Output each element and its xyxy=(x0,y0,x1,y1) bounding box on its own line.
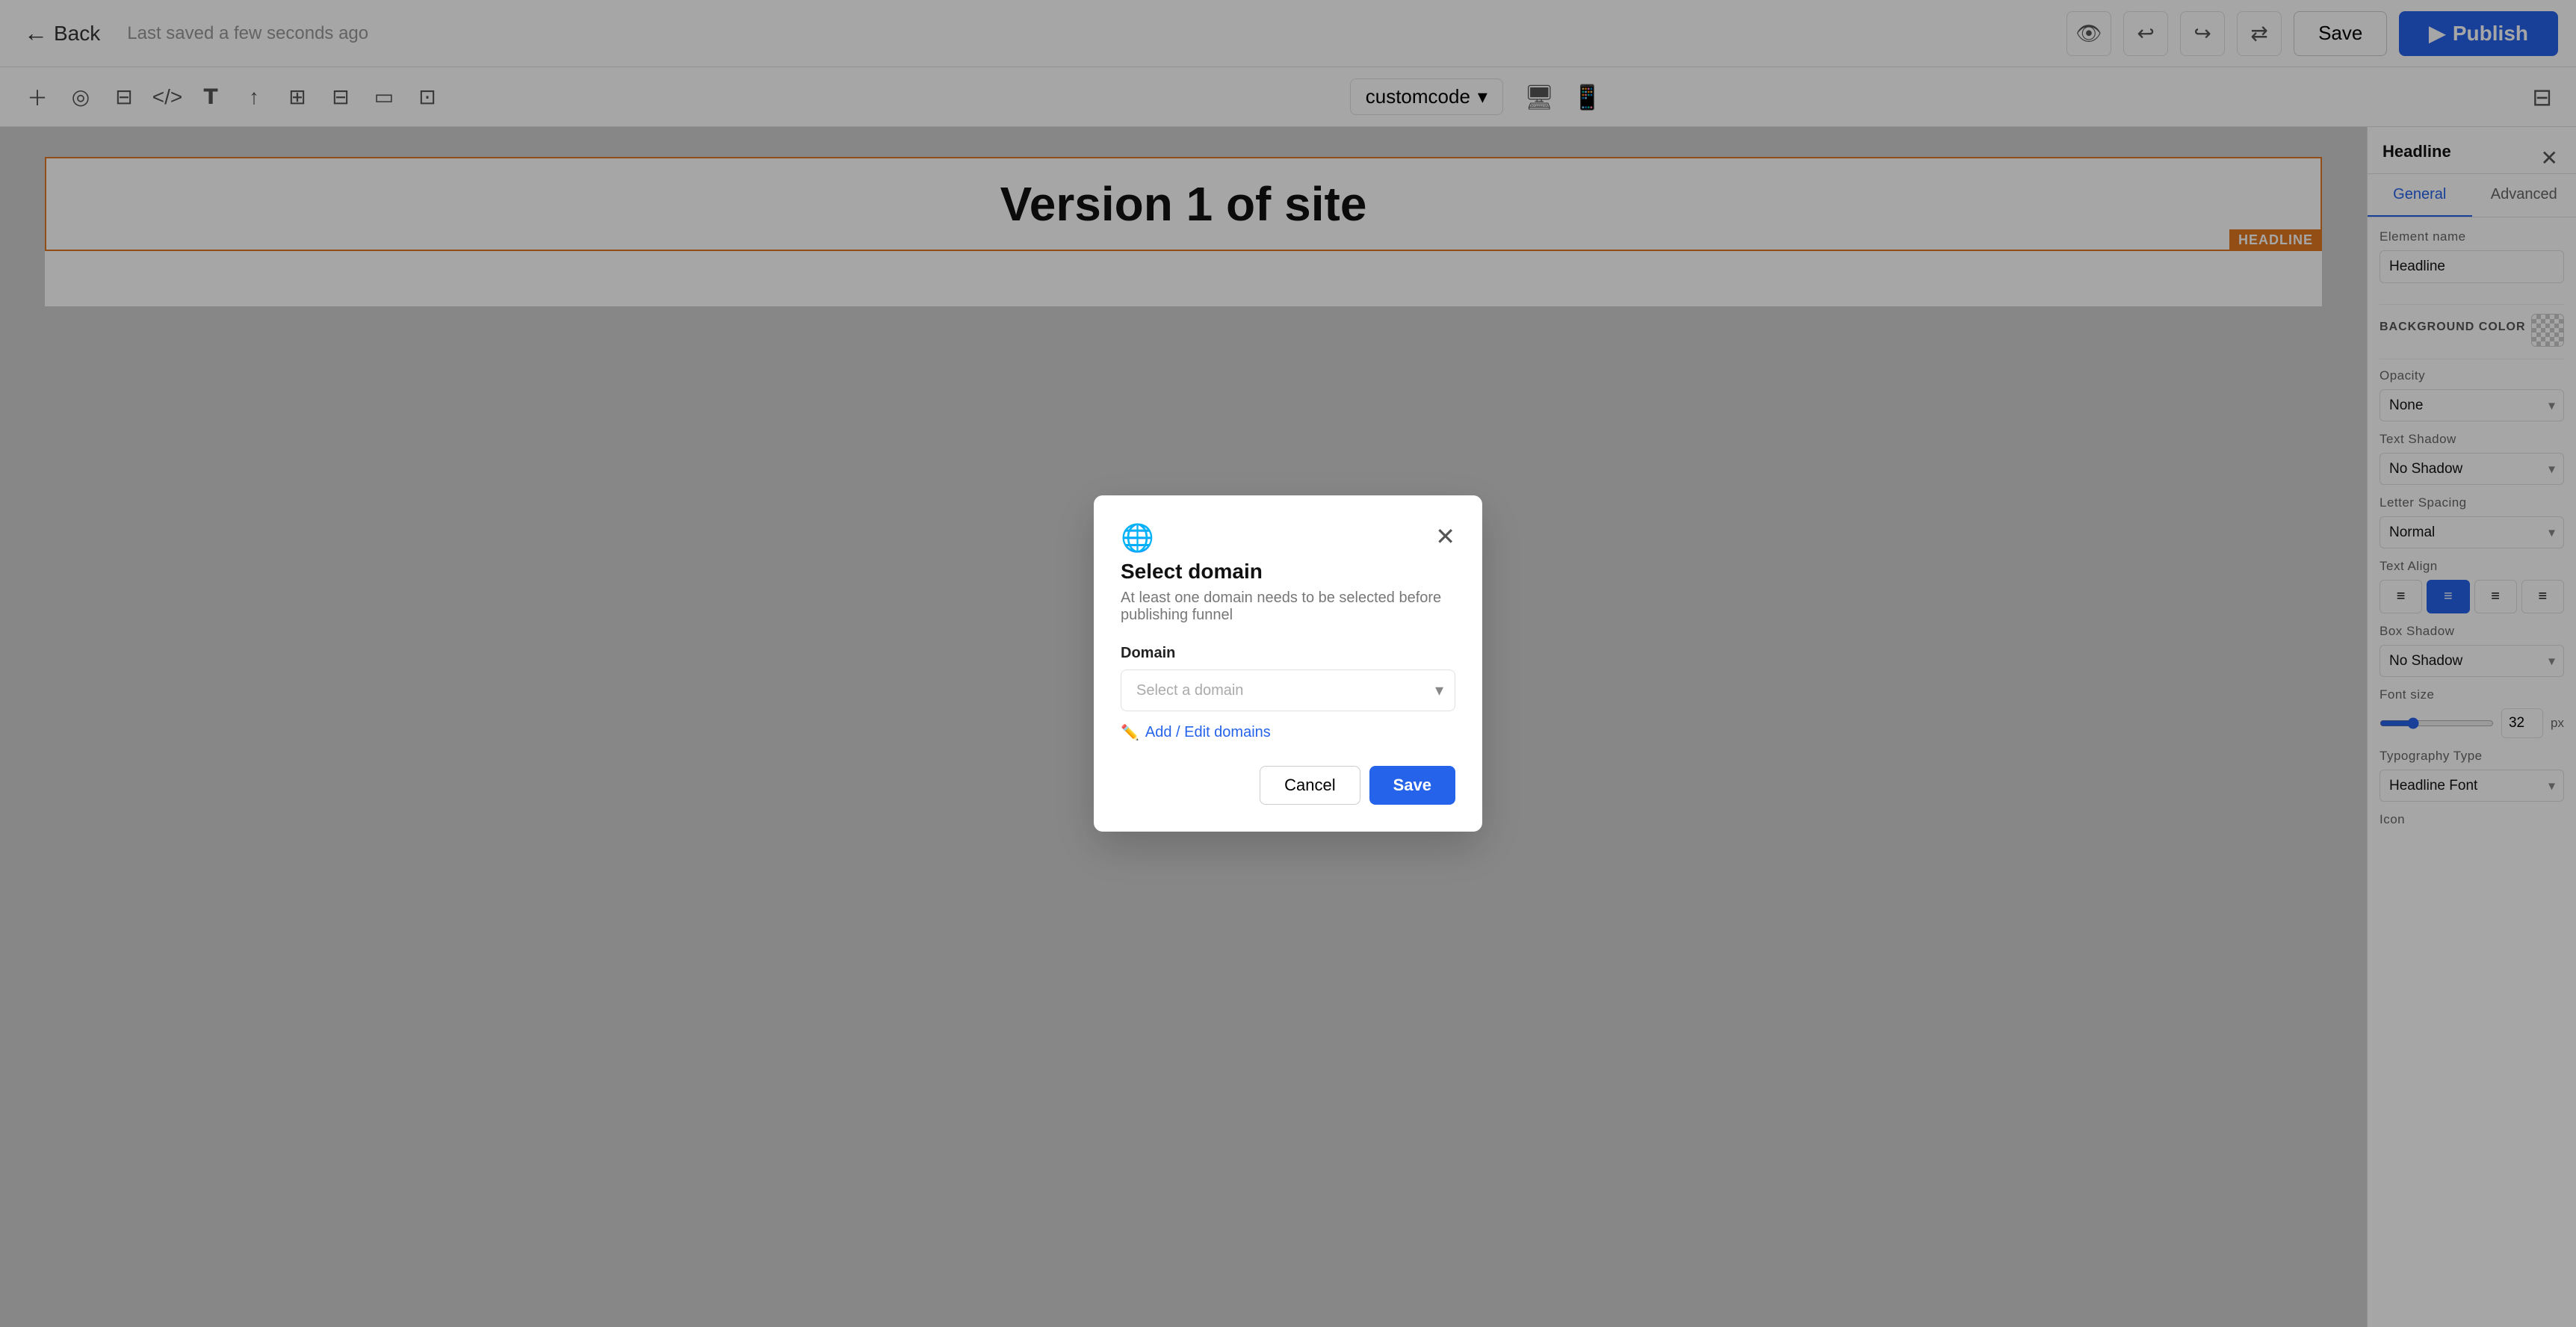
modal-title: Select domain xyxy=(1121,560,1455,584)
modal-save-button[interactable]: Save xyxy=(1369,766,1455,805)
modal-close-button[interactable]: ✕ xyxy=(1435,522,1455,551)
modal-cancel-button[interactable]: Cancel xyxy=(1260,766,1360,805)
modal-subtitle: At least one domain needs to be selected… xyxy=(1121,590,1455,624)
add-edit-domains-link[interactable]: ✏️ Add / Edit domains xyxy=(1121,723,1455,742)
domain-select-input[interactable]: Select a domain xyxy=(1121,669,1455,711)
modal-footer: Cancel Save xyxy=(1121,766,1455,805)
globe-icon: 🌐 xyxy=(1121,522,1154,554)
select-domain-modal: 🌐 ✕ Select domain At least one domain ne… xyxy=(1094,495,1482,832)
modal-overlay[interactable]: 🌐 ✕ Select domain At least one domain ne… xyxy=(0,0,2576,1327)
add-edit-label: Add / Edit domains xyxy=(1145,724,1271,741)
domain-select-wrapper: Select a domain ▾ xyxy=(1121,669,1455,711)
modal-header: 🌐 ✕ xyxy=(1121,522,1455,554)
edit-icon: ✏️ xyxy=(1121,723,1139,742)
domain-field-label: Domain xyxy=(1121,645,1455,662)
